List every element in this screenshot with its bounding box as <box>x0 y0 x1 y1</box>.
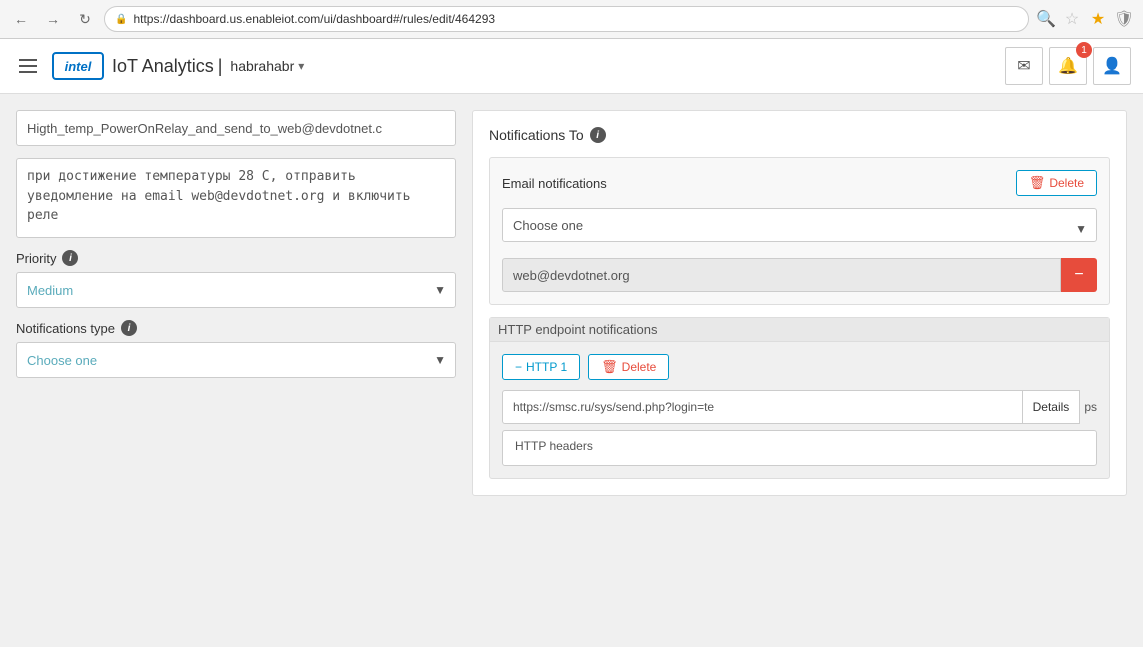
priority-group: Priority i Medium Low High ▼ <box>16 250 456 308</box>
priority-label: Priority i <box>16 250 456 266</box>
browser-actions: 🔍 ☆ ★ 🛡 <box>1035 8 1135 30</box>
account-name: habrahabr <box>230 58 294 74</box>
notifications-to-section: Notifications To i Email notifications 🗑… <box>472 110 1127 496</box>
bookmark-icon[interactable]: ☆ <box>1061 8 1083 30</box>
refresh-button[interactable]: ↻ <box>72 6 98 32</box>
notification-badge: 1 <box>1076 42 1092 58</box>
description-textarea[interactable]: при достижение температуры 28 С, отправи… <box>16 158 456 238</box>
email-input[interactable] <box>502 258 1061 292</box>
http-headers-box: HTTP headers <box>502 430 1097 466</box>
title-divider: | <box>218 56 223 77</box>
left-panel: при достижение температуры 28 С, отправи… <box>16 110 456 610</box>
notifications-to-info-icon[interactable]: i <box>590 127 606 143</box>
browser-chrome: ← → ↻ 🔒 https://dashboard.us.enableiot.c… <box>0 0 1143 39</box>
http-url-row: Details ps <box>502 390 1097 424</box>
section-header: Notifications To i <box>489 127 1110 143</box>
app-header: intel IoT Analytics | habrahabr ▾ ✉ 🔔 1 … <box>0 39 1143 94</box>
notifications-type-select[interactable]: Choose one <box>16 342 456 378</box>
http-url-input[interactable] <box>502 390 1023 424</box>
http-delete-label: Delete <box>622 360 657 374</box>
trash-icon: 🗑 <box>1029 175 1046 191</box>
hamburger-line <box>19 71 37 73</box>
address-bar[interactable]: 🔒 https://dashboard.us.enableiot.com/ui/… <box>104 6 1029 32</box>
priority-select[interactable]: Medium Low High <box>16 272 456 308</box>
http1-minus-icon: − <box>515 360 522 374</box>
email-delete-label: Delete <box>1049 176 1084 190</box>
search-icon[interactable]: 🔍 <box>1035 8 1057 30</box>
right-panel: Notifications To i Email notifications 🗑… <box>472 110 1127 610</box>
http-trash-icon: 🗑 <box>601 359 618 375</box>
account-dropdown[interactable]: habrahabr ▾ <box>230 58 304 74</box>
rule-name-input[interactable] <box>16 110 456 146</box>
email-button[interactable]: ✉ <box>1005 47 1043 85</box>
lock-icon: 🔒 <box>115 14 127 25</box>
email-notifications-card: Email notifications 🗑 Delete Choose one … <box>489 157 1110 305</box>
bell-icon: 🔔 <box>1058 56 1078 76</box>
bookmark-filled-icon[interactable]: ★ <box>1087 8 1109 30</box>
user-icon: 👤 <box>1102 56 1122 76</box>
http-section-title: HTTP endpoint notifications <box>490 318 1109 342</box>
priority-label-text: Priority <box>16 251 56 266</box>
notifications-type-select-wrapper: Choose one ▼ <box>16 342 456 378</box>
email-input-row: − <box>502 258 1097 292</box>
forward-button[interactable]: → <box>40 6 66 32</box>
app-title: IoT Analytics <box>112 56 214 77</box>
notifications-type-label: Notifications type i <box>16 320 456 336</box>
header-right: ✉ 🔔 1 👤 <box>1005 47 1131 85</box>
hamburger-line <box>19 65 37 67</box>
hamburger-button[interactable] <box>12 50 44 82</box>
http-endpoint-section: HTTP endpoint notifications − HTTP 1 🗑 D… <box>489 317 1110 479</box>
http1-button[interactable]: − HTTP 1 <box>502 354 580 380</box>
notifications-button[interactable]: 🔔 1 <box>1049 47 1087 85</box>
shield-icon[interactable]: 🛡 <box>1113 8 1135 30</box>
http-buttons-row: − HTTP 1 🗑 Delete <box>502 354 1097 380</box>
http-headers-label: HTTP headers <box>515 439 593 453</box>
email-remove-button[interactable]: − <box>1061 258 1097 292</box>
intel-logo-text: intel <box>65 59 92 74</box>
http-delete-button[interactable]: 🗑 Delete <box>588 354 669 380</box>
email-type-select[interactable]: Choose one <box>502 208 1097 242</box>
email-card-header: Email notifications 🗑 Delete <box>502 170 1097 196</box>
email-delete-button[interactable]: 🗑 Delete <box>1016 170 1097 196</box>
notifications-type-label-text: Notifications type <box>16 321 115 336</box>
priority-info-icon[interactable]: i <box>62 250 78 266</box>
ps-label: ps <box>1084 400 1097 414</box>
minus-icon: − <box>1074 266 1083 284</box>
dropdown-arrow-icon: ▾ <box>298 59 304 73</box>
email-icon: ✉ <box>1017 56 1030 76</box>
user-button[interactable]: 👤 <box>1093 47 1131 85</box>
intel-logo: intel <box>52 52 104 80</box>
priority-select-wrapper: Medium Low High ▼ <box>16 272 456 308</box>
url-text: https://dashboard.us.enableiot.com/ui/da… <box>133 12 495 26</box>
http1-label: HTTP 1 <box>526 360 567 374</box>
details-label: Details <box>1033 400 1070 414</box>
hamburger-line <box>19 59 37 61</box>
main-content: при достижение температуры 28 С, отправи… <box>0 94 1143 626</box>
notifications-type-info-icon[interactable]: i <box>121 320 137 336</box>
notifications-to-title: Notifications To <box>489 127 584 143</box>
details-button[interactable]: Details <box>1023 390 1081 424</box>
email-card-title: Email notifications <box>502 176 607 191</box>
back-button[interactable]: ← <box>8 6 34 32</box>
choose-one-wrapper: Choose one ▼ <box>502 208 1097 250</box>
notifications-type-group: Notifications type i Choose one ▼ <box>16 320 456 378</box>
